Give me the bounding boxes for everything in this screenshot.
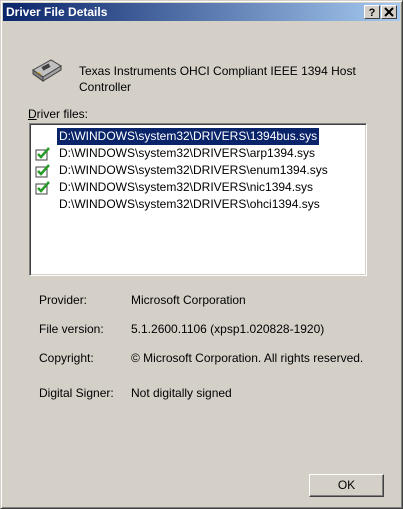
list-item[interactable]: D:\WINDOWS\system32\DRIVERS\nic1394.sys <box>35 179 361 196</box>
close-icon <box>384 7 394 17</box>
digital-signer-value: Not digitally signed <box>131 386 232 400</box>
close-button[interactable] <box>381 5 397 19</box>
signed-check-icon <box>35 147 50 161</box>
pci-card-icon <box>32 59 62 82</box>
list-item[interactable]: D:\WINDOWS\system32\DRIVERS\arp1394.sys <box>35 145 361 162</box>
driver-file-details-dialog: Driver File Details ? Texas Instruments … <box>0 0 403 509</box>
copyright-label: Copyright: <box>39 351 94 365</box>
title-bar: Driver File Details ? <box>3 3 400 21</box>
driver-files-list[interactable]: D:\WINDOWS\system32\DRIVERS\1394bus.sys … <box>29 123 367 276</box>
file-version-value: 5.1.2600.1106 (xpsp1.020828-1920) <box>131 322 325 336</box>
signed-check-icon <box>35 181 50 195</box>
ok-button[interactable]: OK <box>309 474 384 497</box>
file-version-label: File version: <box>39 322 104 336</box>
copyright-value: © Microsoft Corporation. All rights rese… <box>131 351 364 365</box>
help-button[interactable]: ? <box>364 5 380 19</box>
window-title: Driver File Details <box>6 5 108 19</box>
list-item[interactable]: D:\WINDOWS\system32\DRIVERS\ohci1394.sys <box>35 196 361 213</box>
file-path: D:\WINDOWS\system32\DRIVERS\arp1394.sys <box>59 146 316 160</box>
digital-signer-label: Digital Signer: <box>39 386 114 400</box>
file-path: D:\WINDOWS\system32\DRIVERS\nic1394.sys <box>59 180 314 194</box>
provider-label: Provider: <box>39 293 88 307</box>
file-path: D:\WINDOWS\system32\DRIVERS\1394bus.sys <box>57 128 320 145</box>
device-name: Texas Instruments OHCI Compliant IEEE 13… <box>79 64 356 94</box>
signed-check-icon <box>35 164 50 178</box>
file-path: D:\WINDOWS\system32\DRIVERS\enum1394.sys <box>59 163 328 177</box>
list-item[interactable]: D:\WINDOWS\system32\DRIVERS\enum1394.sys <box>35 162 361 179</box>
provider-value: Microsoft Corporation <box>131 293 246 307</box>
file-path: D:\WINDOWS\system32\DRIVERS\ohci1394.sys <box>59 197 320 211</box>
driver-files-label: Driver files: <box>28 107 89 121</box>
list-item[interactable]: D:\WINDOWS\system32\DRIVERS\1394bus.sys <box>35 128 361 145</box>
